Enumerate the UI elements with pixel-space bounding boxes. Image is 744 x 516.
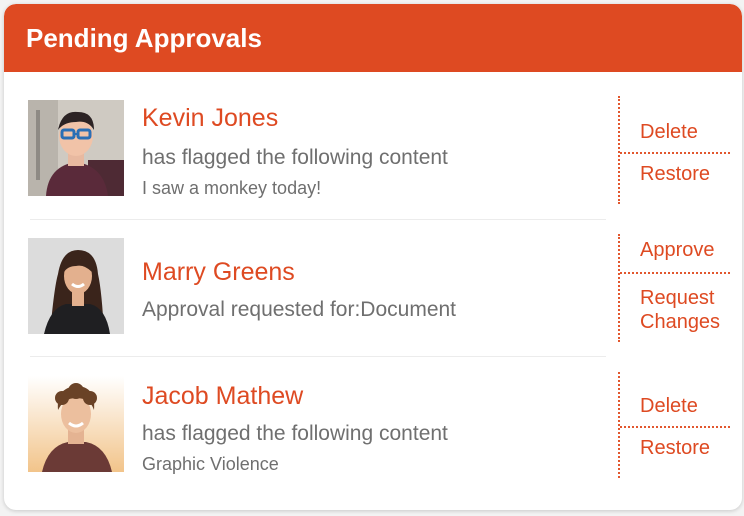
request-description: Approval requested for:Document bbox=[142, 298, 457, 321]
action-group: Approve Request Changes bbox=[618, 234, 730, 342]
requester-name[interactable]: Kevin Jones bbox=[142, 104, 278, 133]
request-description: has flagged the following content bbox=[142, 422, 448, 445]
action-group: Delete Restore bbox=[618, 96, 730, 204]
action-group: Delete Restore bbox=[618, 372, 730, 478]
request-description: has flagged the following content bbox=[142, 146, 448, 169]
request-detail: Graphic Violence bbox=[142, 454, 279, 474]
avatar bbox=[28, 100, 124, 196]
avatar-photo-jacob bbox=[28, 376, 124, 472]
requester-name[interactable]: Jacob Mathew bbox=[142, 382, 303, 411]
pending-approvals-card: Pending Approvals Kevin Jones has flagge… bbox=[4, 4, 742, 510]
avatar bbox=[28, 238, 124, 334]
avatar-photo-kevin bbox=[28, 100, 124, 196]
request-changes-button[interactable]: Request Changes bbox=[620, 286, 730, 334]
request-detail: I saw a monkey today! bbox=[142, 178, 322, 198]
requester-name[interactable]: Marry Greens bbox=[142, 258, 295, 287]
card-title: Pending Approvals bbox=[26, 22, 262, 53]
approve-button[interactable]: Approve bbox=[620, 238, 730, 262]
avatar-photo-marry bbox=[28, 238, 124, 334]
row-divider bbox=[30, 356, 606, 357]
avatar bbox=[28, 376, 124, 472]
card-header: Pending Approvals bbox=[4, 4, 742, 72]
restore-button[interactable]: Restore bbox=[620, 436, 730, 460]
restore-button[interactable]: Restore bbox=[620, 162, 730, 186]
delete-button[interactable]: Delete bbox=[620, 120, 730, 144]
delete-button[interactable]: Delete bbox=[620, 394, 730, 418]
row-divider bbox=[30, 219, 606, 220]
